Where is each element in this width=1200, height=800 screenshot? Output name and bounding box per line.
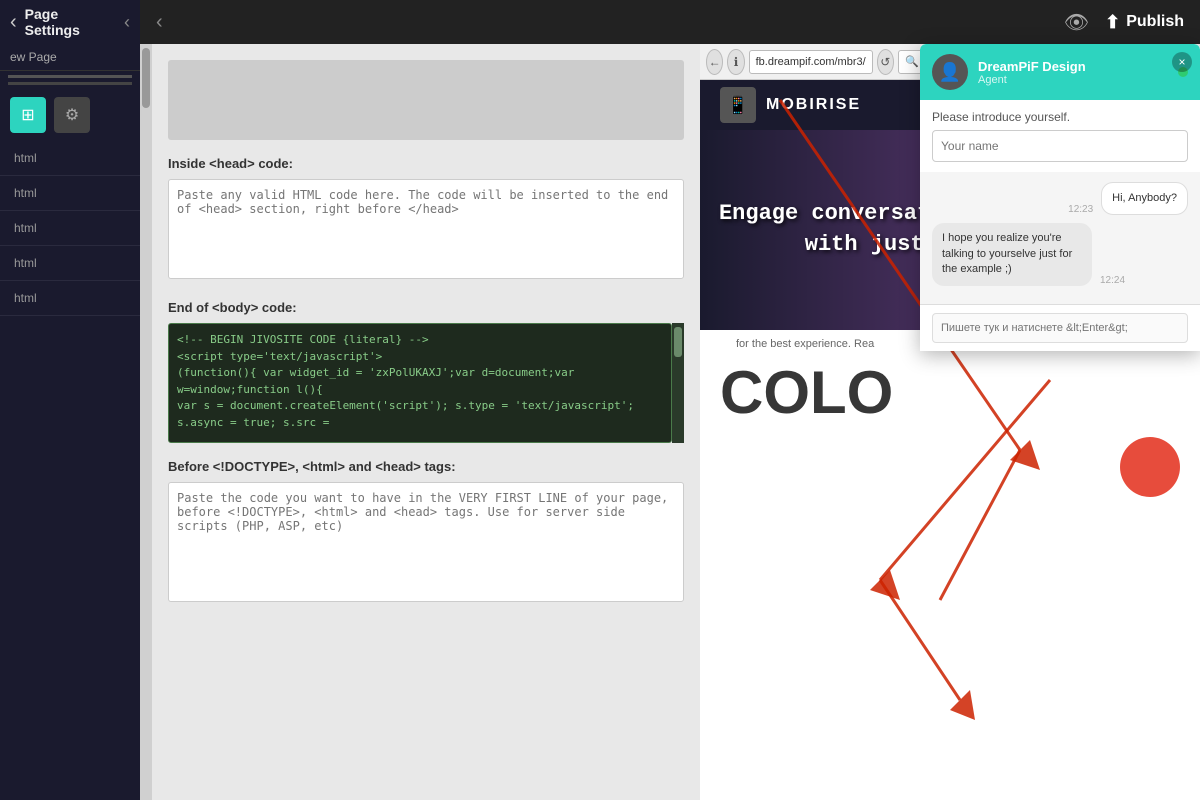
code-scrollbar[interactable] (672, 323, 684, 443)
chat-bubble-incoming-1: I hope you realize you're talking to you… (932, 223, 1092, 285)
page-divider (8, 75, 132, 78)
page-icon-button[interactable]: ⊞ (10, 97, 46, 133)
chat-agent-role: Agent (978, 74, 1168, 86)
settings-icon-button[interactable]: ⚙ (54, 97, 90, 133)
website-logo-text: MOBIRISE (766, 96, 861, 114)
chat-avatar: 👤 (932, 54, 968, 90)
sidebar-item-1[interactable]: html (0, 141, 140, 176)
upload-icon: ⬆ (1105, 12, 1120, 33)
topbar-chevron-icon: ‹ (156, 11, 163, 34)
code-line-2: <script type='text/javascript'> (177, 349, 663, 366)
website-logo: 📱 MOBIRISE (720, 87, 861, 123)
body-code-area: <!-- BEGIN JIVOSITE CODE {literal} --> <… (168, 323, 684, 443)
chat-message-row-2: I hope you realize you're talking to you… (932, 223, 1188, 285)
topbar-right: 👁 ⬆ Publish (1064, 10, 1184, 35)
close-icon: × (1178, 55, 1185, 69)
sidebar: ‹ Page Settings ‹ ew Page ⊞ ⚙ html html … (0, 0, 140, 800)
body-code-block[interactable]: <!-- BEGIN JIVOSITE CODE {literal} --> <… (168, 323, 672, 443)
chat-msg-text-1: Hi, Anybody? (1112, 192, 1177, 204)
chat-widget: 👤 DreamPiF Design Agent × Please introdu… (920, 44, 1200, 351)
browser-info-button[interactable]: ℹ (727, 49, 744, 75)
sidebar-icon-row: ⊞ ⚙ (0, 89, 140, 141)
eye-icon[interactable]: 👁 (1064, 10, 1089, 35)
chat-bubble-outgoing-1: Hi, Anybody? (1101, 182, 1188, 215)
website-circle (1120, 437, 1180, 497)
code-line-6: s.async = true; s.src = (177, 415, 663, 432)
sidebar-items: html html html html html (0, 141, 140, 800)
head-code-textarea[interactable] (168, 179, 684, 279)
doctype-code-title: Before <!DOCTYPE>, <html> and <head> tag… (168, 459, 684, 474)
chat-msg-text-2: I hope you realize you're talking to you… (942, 232, 1072, 275)
chat-name-input[interactable] (932, 130, 1188, 162)
doctype-code-section: Before <!DOCTYPE>, <html> and <head> tag… (168, 459, 684, 607)
sidebar-item-2[interactable]: html (0, 176, 140, 211)
chat-close-button[interactable]: × (1172, 52, 1192, 72)
chat-agent-name: DreamPiF Design (978, 59, 1168, 74)
back-button[interactable]: ‹ (10, 11, 17, 34)
chat-message-row-1: 12:23 Hi, Anybody? (932, 182, 1188, 215)
avatar-icon: 👤 (939, 62, 961, 83)
website-colo-text: COLO (700, 358, 1200, 427)
mobile-icon: 📱 (727, 95, 749, 116)
topbar: ‹ 👁 ⬆ Publish (140, 0, 1200, 44)
chat-input-area (920, 304, 1200, 351)
sidebar-title: Page Settings (25, 6, 116, 38)
publish-label: Publish (1126, 13, 1184, 31)
page-divider2 (8, 82, 132, 85)
page-settings-content: Inside <head> code: End of <body> code: … (152, 44, 700, 639)
code-scrollbar-handle (674, 327, 682, 357)
sidebar-close-icon: ‹ (124, 12, 130, 33)
browser-url-bar[interactable]: fb.dreampif.com/mbr3/ (749, 50, 873, 74)
publish-button[interactable]: ⬆ Publish (1105, 12, 1184, 33)
head-code-section: Inside <head> code: (168, 156, 684, 284)
sidebar-item-5[interactable]: html (0, 281, 140, 316)
browser-search-icon: 🔍 (905, 55, 919, 68)
code-line-1: <!-- BEGIN JIVOSITE CODE {literal} --> (177, 332, 663, 349)
body-code-title: End of <body> code: (168, 300, 684, 315)
gear-icon: ⚙ (65, 105, 79, 125)
sidebar-item-3[interactable]: html (0, 211, 140, 246)
code-line-3: (function(){ var widget_id = 'zxPolUKAXJ… (177, 365, 663, 382)
browser-reload-button[interactable]: ↺ (877, 49, 894, 75)
topbar-left: ‹ (156, 11, 163, 34)
chat-time-2: 12:24 (1100, 275, 1125, 286)
browser-url-text: fb.dreampif.com/mbr3/ (756, 56, 866, 68)
browser-back-icon: ← (709, 55, 721, 69)
chat-header: 👤 DreamPiF Design Agent (920, 44, 1200, 100)
top-placeholder (168, 60, 684, 140)
chat-messages: 12:23 Hi, Anybody? I hope you realize yo… (920, 172, 1200, 304)
body-code-section: End of <body> code: <!-- BEGIN JIVOSITE … (168, 300, 684, 443)
chat-text-input[interactable] (932, 313, 1188, 343)
chat-time-1: 12:23 (1068, 204, 1093, 215)
website-logo-icon: 📱 (720, 87, 756, 123)
browser-back-button[interactable]: ← (706, 49, 723, 75)
code-line-4: w=window;function l(){ (177, 382, 663, 399)
head-code-title: Inside <head> code: (168, 156, 684, 171)
page-settings-panel: Inside <head> code: End of <body> code: … (140, 44, 700, 800)
page-label: ew Page (0, 44, 140, 71)
sidebar-header: ‹ Page Settings ‹ (0, 0, 140, 44)
website-circle-container (700, 437, 1200, 497)
page-icon: ⊞ (21, 105, 34, 125)
scrollbar-handle (142, 48, 150, 108)
code-line-5: var s = document.createElement('script')… (177, 398, 663, 415)
browser-reload-icon: ↺ (880, 55, 890, 69)
page-settings-scrollbar[interactable] (140, 44, 152, 800)
chat-intro-text: Please introduce yourself. (920, 100, 1200, 130)
sidebar-item-4[interactable]: html (0, 246, 140, 281)
chat-agent-info: DreamPiF Design Agent (978, 59, 1168, 86)
doctype-code-textarea[interactable] (168, 482, 684, 602)
browser-info-icon: ℹ (734, 55, 739, 69)
